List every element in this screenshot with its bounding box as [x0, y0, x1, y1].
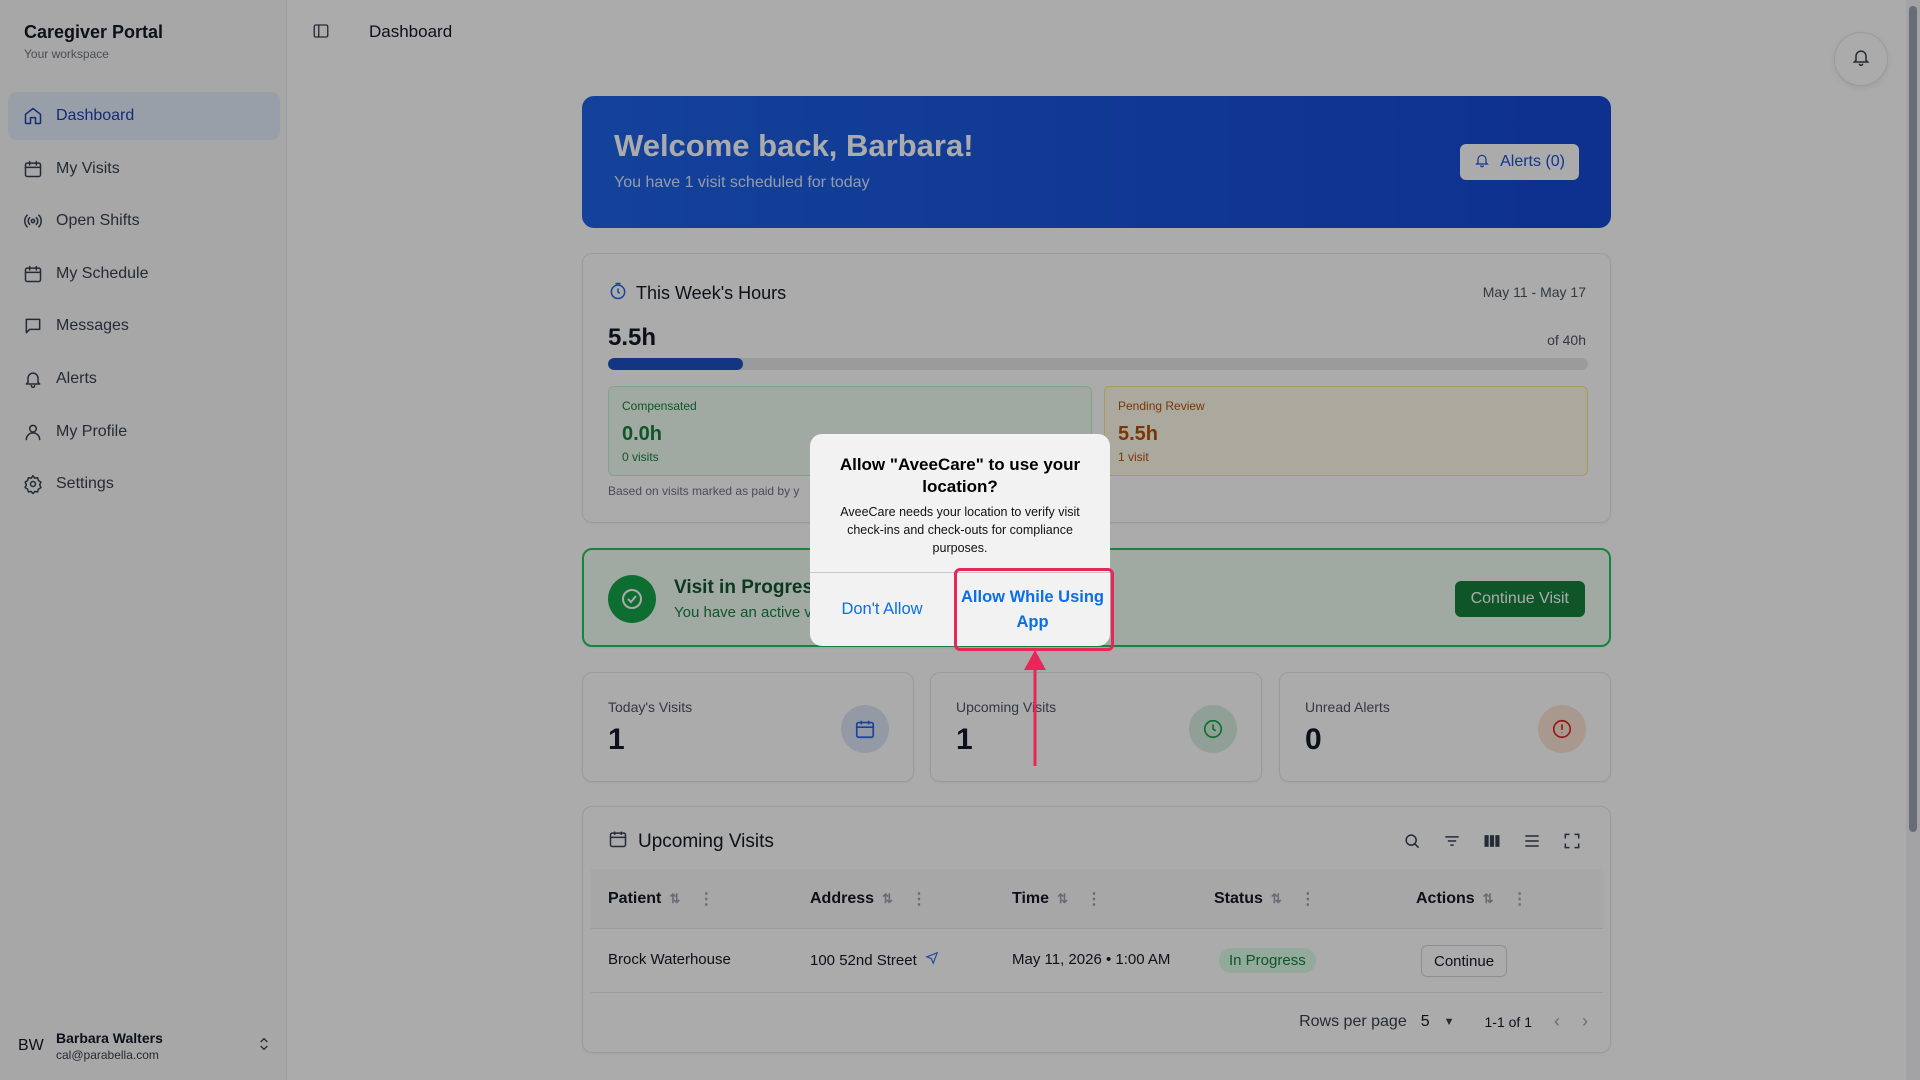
highlight-box	[954, 568, 1114, 651]
dialog-title: Allow "AveeCare" to use your location?	[839, 455, 1081, 496]
dont-allow-button[interactable]: Don't Allow	[810, 573, 954, 646]
dialog-message: AveeCare needs your location to verify v…	[840, 505, 1080, 555]
arrow-up-icon	[1024, 650, 1046, 766]
